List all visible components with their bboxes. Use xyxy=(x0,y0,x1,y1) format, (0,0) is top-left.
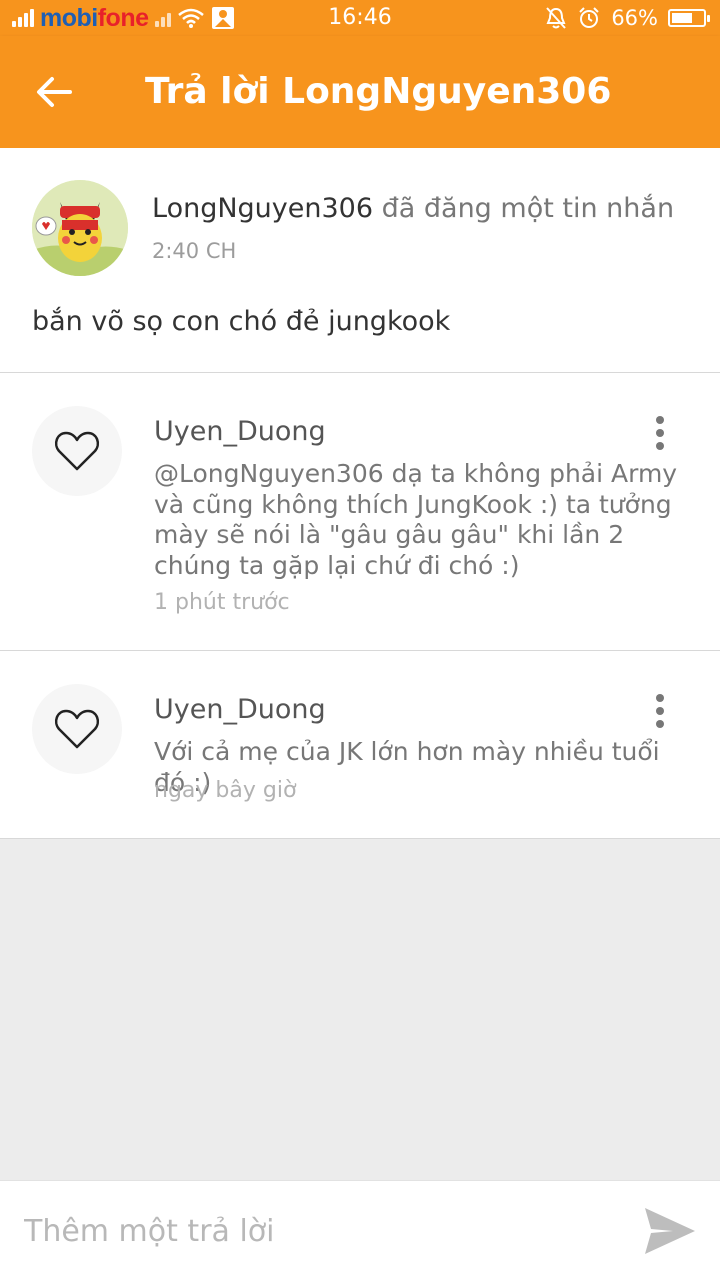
post-author-line: LongNguyen306 đã đăng một tin nhắn xyxy=(152,192,674,226)
alarm-icon xyxy=(579,7,600,28)
reply-item: Uyen_Duong Với cả mẹ của JK lớn hơn mày … xyxy=(0,651,720,839)
reply-composer xyxy=(0,1180,720,1280)
carrier-name: mobifone xyxy=(40,4,149,32)
battery-icon xyxy=(668,9,710,27)
wifi-icon xyxy=(177,8,204,28)
app-bar: Trả lời LongNguyen306 xyxy=(0,36,720,148)
more-options-button[interactable] xyxy=(640,413,680,453)
battery-percent: 66% xyxy=(611,6,658,30)
battery-fill xyxy=(672,13,692,23)
send-icon xyxy=(645,1208,695,1254)
like-button[interactable] xyxy=(32,406,122,496)
reply-item: Uyen_Duong @LongNguyen306 dạ ta không ph… xyxy=(0,373,720,651)
reply-text: @LongNguyen306 dạ ta không phải Army và … xyxy=(154,459,678,580)
signal2-icon xyxy=(154,9,171,27)
reply-username[interactable]: Uyen_Duong xyxy=(154,693,326,727)
status-bar: mobifone 16:46 66% xyxy=(0,0,720,36)
reply-username[interactable]: Uyen_Duong xyxy=(154,415,326,449)
reply-timestamp: ngay bây giờ xyxy=(154,778,297,803)
like-button[interactable] xyxy=(32,684,122,774)
post-body: bắn võ sọ con chó đẻ jungkook xyxy=(32,306,451,337)
post-action: đã đăng một tin nhắn xyxy=(373,193,675,224)
send-button[interactable] xyxy=(642,1203,698,1259)
back-button[interactable] xyxy=(26,64,82,120)
avatar[interactable] xyxy=(32,180,128,276)
post-timestamp: 2:40 CH xyxy=(152,239,237,263)
more-vert-icon xyxy=(656,694,664,702)
page-title: Trả lời LongNguyen306 xyxy=(145,71,612,112)
reply-input[interactable] xyxy=(24,1203,604,1259)
more-vert-icon xyxy=(656,416,664,424)
notification-icon xyxy=(211,7,234,29)
heart-icon xyxy=(54,431,100,471)
heart-icon xyxy=(54,709,100,749)
more-options-button[interactable] xyxy=(640,691,680,731)
avatar-image xyxy=(32,180,128,276)
signal-icon xyxy=(12,9,34,27)
post-author[interactable]: LongNguyen306 xyxy=(152,193,373,224)
status-left: mobifone xyxy=(12,4,235,32)
mute-icon xyxy=(546,7,567,29)
status-right: 66% xyxy=(545,4,710,32)
carrier-name-part2: fone xyxy=(97,4,149,32)
original-post: LongNguyen306 đã đăng một tin nhắn 2:40 … xyxy=(0,148,720,373)
reply-timestamp: 1 phút trước xyxy=(154,590,290,615)
arrow-back-icon xyxy=(37,77,72,107)
carrier-name-part1: mobi xyxy=(40,4,98,32)
